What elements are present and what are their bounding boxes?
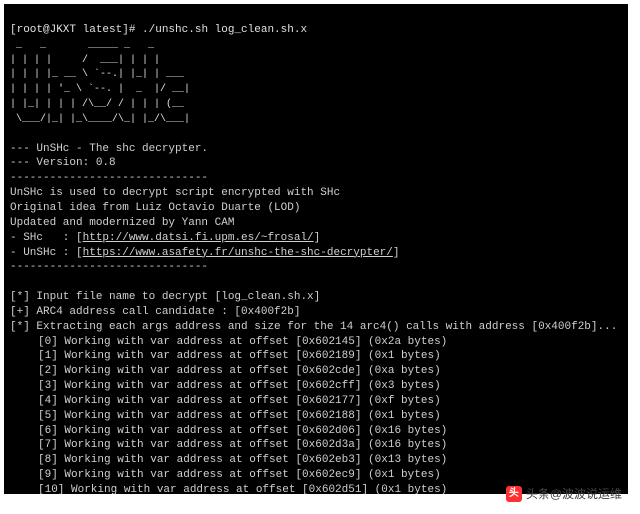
work-line: [10] Working with var address at offset … xyxy=(10,483,447,494)
output-line: [+] ARC4 address call candidate : [0x400… xyxy=(10,306,300,318)
header-line: --- UnSHc - The shc decrypter. xyxy=(10,143,208,155)
work-line: [7] Working with var address at offset [… xyxy=(10,438,447,453)
terminal-window[interactable]: [root@JKXT latest]# ./unshc.sh log_clean… xyxy=(4,4,628,494)
shc-link[interactable]: http://www.datsi.fi.upm.es/~frosal/ xyxy=(83,232,314,244)
work-line: [8] Working with var address at offset [… xyxy=(10,453,447,468)
prompt-line-1: [root@JKXT latest]# ./unshc.sh log_clean… xyxy=(10,24,307,36)
desc-line: Updated and modernized by Yann CAM xyxy=(10,217,234,229)
work-line: [3] Working with var address at offset [… xyxy=(10,379,441,394)
work-line: [4] Working with var address at offset [… xyxy=(10,394,441,409)
ascii-art-line: | |_| | | | /\__/ / | | | (__ xyxy=(10,99,190,110)
prompt: [root@JKXT latest]# xyxy=(10,24,142,36)
work-line: [0] Working with var address at offset [… xyxy=(10,335,447,350)
ascii-art-line: \___/|_| |_\____/\_| |_/\___| xyxy=(10,114,190,125)
watermark-text: 头条@波波说运维 xyxy=(526,486,622,502)
ascii-art-line: | | | | '_ \ `--. | _ |/ __| xyxy=(10,84,190,95)
ascii-art-line: | | | | / ___| | | | xyxy=(10,55,190,66)
desc-line: UnSHc is used to decrypt script encrypte… xyxy=(10,187,340,199)
work-line: [2] Working with var address at offset [… xyxy=(10,364,441,379)
ascii-art-line: _ _ _____ _ _ xyxy=(10,40,190,51)
output-line: [*] Extracting each args address and siz… xyxy=(10,321,617,333)
watermark-icon: 头 xyxy=(506,486,522,502)
work-line: [1] Working with var address at offset [… xyxy=(10,349,441,364)
work-line: [5] Working with var address at offset [… xyxy=(10,409,441,424)
separator: ------------------------------ xyxy=(10,261,208,273)
header-line: --- Version: 0.8 xyxy=(10,157,116,169)
unshc-link[interactable]: https://www.asafety.fr/unshc-the-shc-dec… xyxy=(83,247,393,259)
output-line: [*] Input file name to decrypt [log_clea… xyxy=(10,291,320,303)
work-line: [9] Working with var address at offset [… xyxy=(10,468,441,483)
unshc-link-line: - UnSHc : [https://www.asafety.fr/unshc-… xyxy=(10,247,400,259)
watermark: 头 头条@波波说运维 xyxy=(506,486,622,502)
desc-line: Original idea from Luiz Octavio Duarte (… xyxy=(10,202,300,214)
shc-link-line: - SHc : [http://www.datsi.fi.upm.es/~fro… xyxy=(10,232,320,244)
ascii-art-line: | | | |_ __ \ `--.| |_| | ___ xyxy=(10,69,190,80)
work-line: [6] Working with var address at offset [… xyxy=(10,424,447,439)
command-text: ./unshc.sh log_clean.sh.x xyxy=(142,24,307,36)
separator: ------------------------------ xyxy=(10,172,208,184)
